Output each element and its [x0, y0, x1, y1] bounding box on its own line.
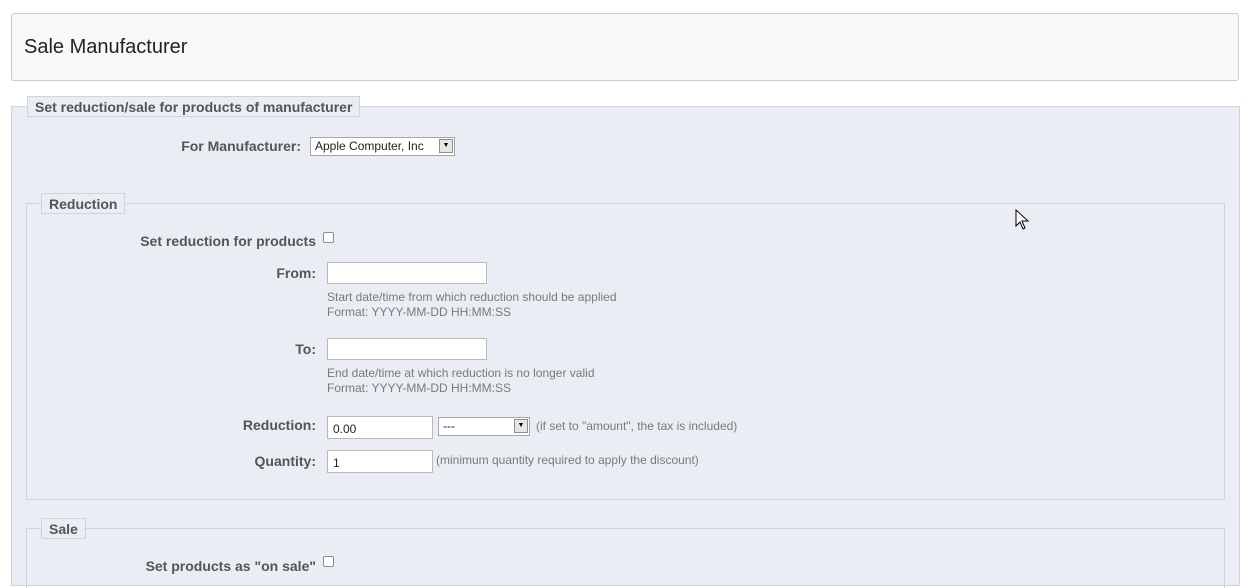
- page-header: Sale Manufacturer: [11, 13, 1239, 81]
- quantity-help-text: (minimum quantity required to apply the …: [436, 453, 699, 467]
- to-format-text: Format: YYYY-MM-DD HH:MM:SS: [327, 381, 512, 395]
- mouse-cursor-icon: [1015, 209, 1030, 230]
- manufacturer-label: For Manufacturer:: [181, 138, 301, 154]
- quantity-input[interactable]: 1: [327, 450, 433, 473]
- chevron-down-icon: ▼: [514, 419, 528, 433]
- manufacturer-selected-value: Apple Computer, Inc: [315, 139, 424, 153]
- sale-legend: Sale: [41, 518, 86, 539]
- chevron-down-icon: ▼: [439, 139, 453, 153]
- from-help-text: Start date/time from which reduction sho…: [327, 290, 617, 304]
- set-reduction-checkbox[interactable]: [323, 232, 334, 243]
- to-help-text: End date/time at which reduction is no l…: [327, 366, 595, 380]
- to-date-input[interactable]: [327, 338, 487, 360]
- set-on-sale-label: Set products as "on sale": [145, 558, 316, 574]
- quantity-label: Quantity:: [254, 453, 316, 469]
- to-label: To:: [295, 341, 316, 357]
- set-reduction-label: Set reduction for products: [140, 233, 316, 249]
- page-title: Sale Manufacturer: [24, 36, 188, 58]
- manufacturer-select[interactable]: Apple Computer, Inc ▼: [310, 137, 455, 156]
- reduction-legend: Reduction: [41, 193, 126, 214]
- from-format-text: Format: YYYY-MM-DD HH:MM:SS: [327, 305, 512, 319]
- from-label: From:: [276, 265, 316, 281]
- from-date-input[interactable]: [327, 262, 487, 284]
- reduction-type-select[interactable]: --- ▼: [438, 417, 530, 436]
- set-on-sale-checkbox[interactable]: [323, 556, 334, 567]
- reduction-type-selected-value: ---: [443, 419, 455, 433]
- reduction-amount-input[interactable]: 0.00: [327, 416, 433, 439]
- reduction-label: Reduction:: [242, 417, 316, 433]
- panel-legend: Set reduction/sale for products of manuf…: [27, 96, 361, 117]
- reduction-help-text: (if set to "amount", the tax is included…: [536, 419, 738, 433]
